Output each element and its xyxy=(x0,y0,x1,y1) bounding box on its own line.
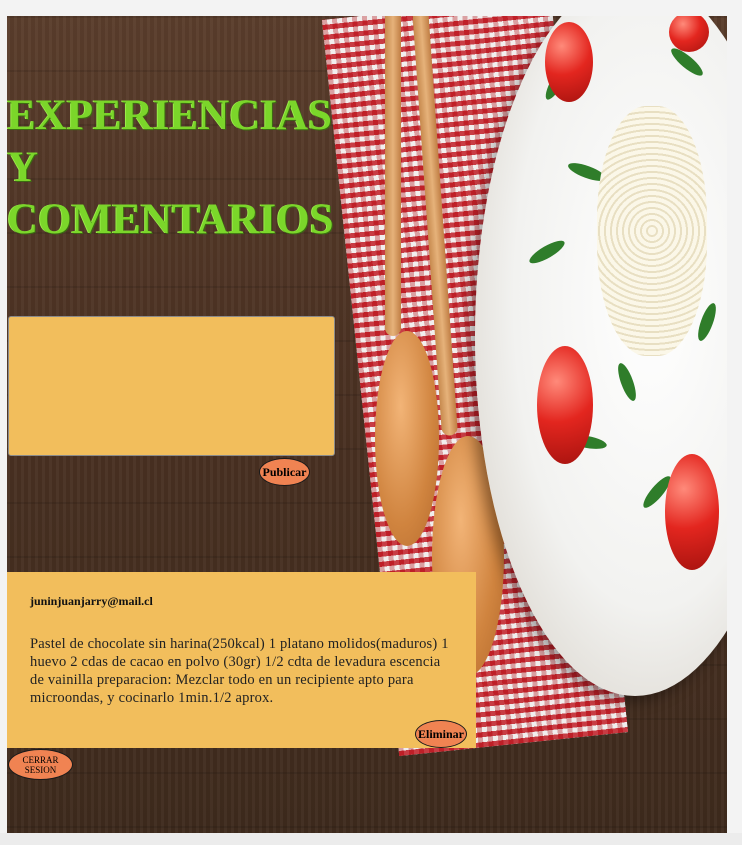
comment-text: Pastel de chocolate sin harina(250kcal) … xyxy=(30,636,449,706)
spoon-bowl-decoration xyxy=(375,331,439,546)
comment-card: juninjuanjarry@mail.cl Pastel de chocola… xyxy=(7,572,476,748)
taskbar xyxy=(0,833,742,845)
spoon-handle-decoration xyxy=(385,16,401,336)
tomato-decoration xyxy=(665,454,719,570)
logout-button[interactable]: CERRAR SESION xyxy=(8,749,73,780)
publish-button[interactable]: Publicar xyxy=(259,458,310,486)
cheese-decoration xyxy=(597,106,707,356)
tomato-decoration xyxy=(537,346,593,464)
comment-author: juninjuanjarry@mail.cl xyxy=(30,594,153,608)
comment-input[interactable] xyxy=(8,316,335,456)
delete-comment-button[interactable]: Eliminar xyxy=(415,720,467,748)
tomato-decoration xyxy=(545,22,593,102)
page-title: EXPERIENCIAS Y COMENTARIOS xyxy=(7,92,334,243)
page-background: EXPERIENCIAS Y COMENTARIOS Publicar juni… xyxy=(7,16,727,833)
